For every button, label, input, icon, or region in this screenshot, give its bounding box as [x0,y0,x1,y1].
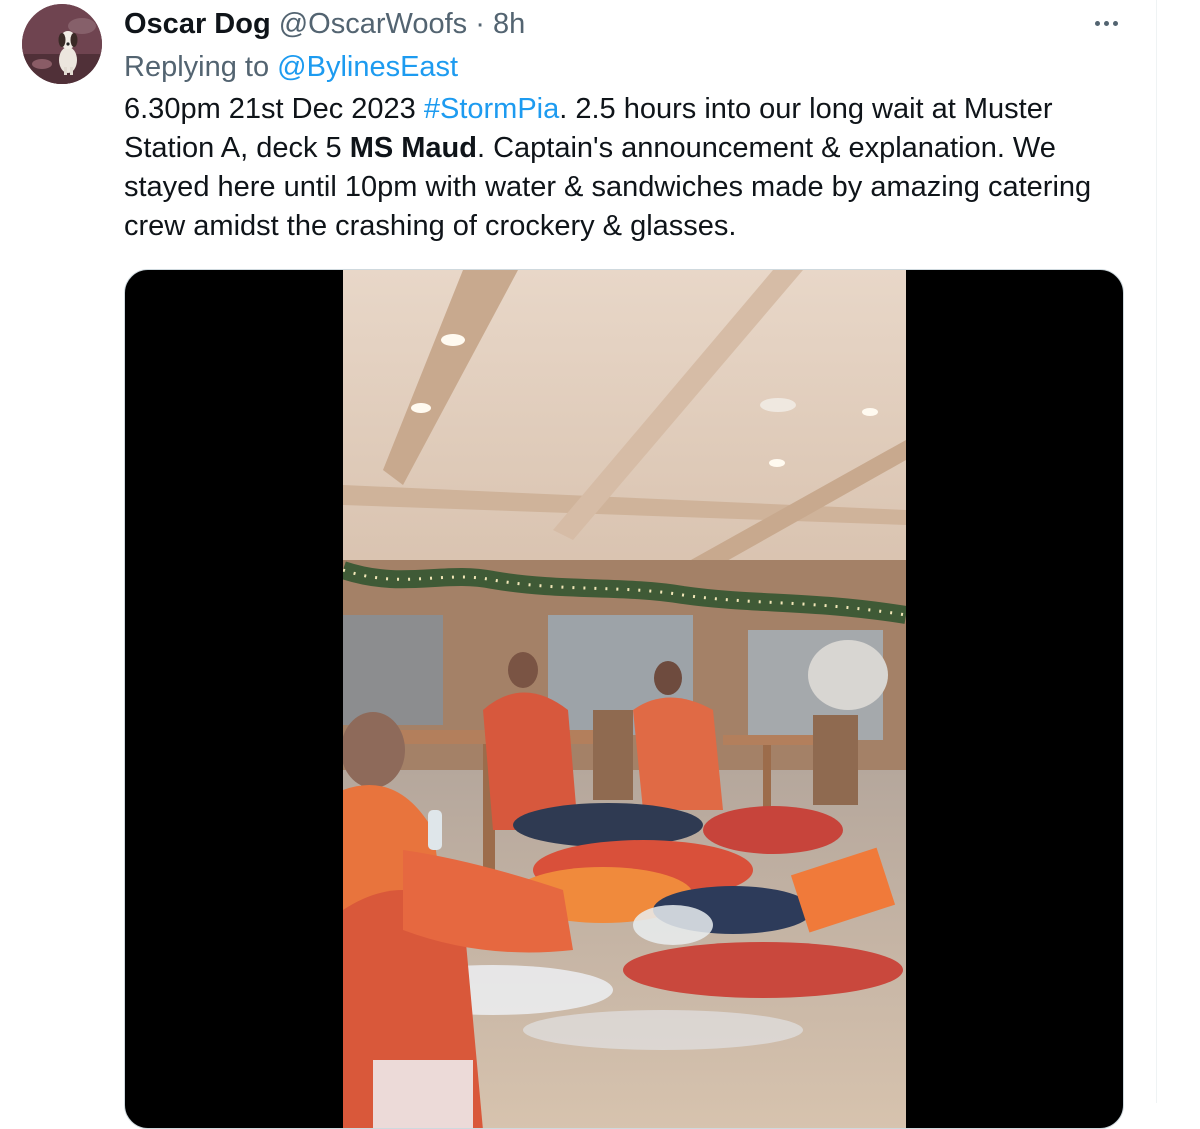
tweet-header: Oscar Dog @OscarWoofs · 8h [124,6,525,42]
author-handle[interactable]: @OscarWoofs [279,8,467,40]
more-dot [1094,20,1100,26]
more-dot [1112,20,1118,26]
tweet-text-segment: . 2.5 hours into our long wait at Muster [559,93,1053,125]
tweet-text-segment: 6.30pm 21st Dec 2023 [124,93,424,125]
replying-to-label: Replying to [124,51,278,83]
more-dot [1103,20,1109,26]
tweet-text-segment: Station A, deck 5 [124,132,350,164]
tweet-text-segment: . Captain's announcement & explanation. … [476,132,1056,164]
video-still-muster-station-icon [343,270,906,1128]
tweet-text-line: Station A, deck 5 MS Maud. Captain's ann… [124,129,1144,168]
timeline-divider [1156,0,1157,1103]
tweet-text-line: crew amidst the crashing of crockery & g… [124,210,737,242]
tweet-video[interactable] [124,269,1124,1129]
author-display-name[interactable]: Oscar Dog [124,8,271,40]
tweet-text-line: stayed here until 10pm with water & sand… [124,171,1092,203]
replying-to-line: Replying to @BylinesEast [124,49,458,85]
dog-photo-avatar-icon [22,4,102,84]
author-avatar[interactable] [22,4,102,84]
tweet-body: 6.30pm 21st Dec 2023 #StormPia. 2.5 hour… [124,90,1144,246]
ship-name: MS Maud [349,132,477,164]
hashtag-link[interactable]: #StormPia [424,93,559,125]
header-separator: · [475,8,485,40]
reply-mention-link[interactable]: @BylinesEast [277,51,458,83]
tweet-text-line: 6.30pm 21st Dec 2023 #StormPia. 2.5 hour… [124,90,1144,129]
more-options-icon[interactable] [1085,8,1127,38]
tweet-timestamp[interactable]: 8h [493,8,525,40]
